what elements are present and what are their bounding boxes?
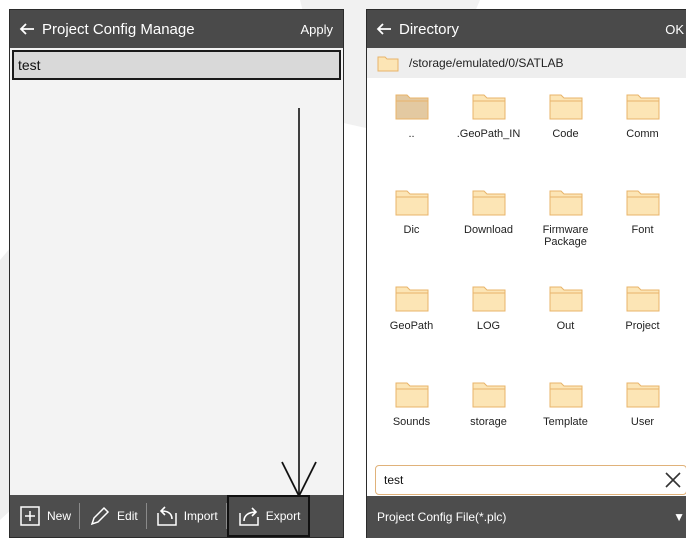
filename-input[interactable]: test	[375, 465, 686, 495]
folder-label: Code	[552, 128, 579, 140]
guide-arrow	[281, 108, 317, 497]
folder-item[interactable]: Template	[527, 380, 604, 476]
folder-label: Firmware Package	[542, 224, 589, 248]
folder-label: Sounds	[392, 416, 431, 428]
folder-icon	[549, 286, 582, 312]
path-bar: /storage/emulated/0/SATLAB	[367, 48, 686, 78]
page-title: Directory	[399, 20, 460, 38]
folder-label: Download	[464, 224, 513, 236]
folder-icon	[626, 382, 659, 408]
folder-grid: .. .GeoPath_IN Code Comm Dic Download Firmware…	[373, 92, 686, 476]
folder-item[interactable]: LOG	[450, 284, 527, 380]
folder-item[interactable]: Firmware Package	[527, 188, 604, 284]
folder-icon	[472, 286, 505, 312]
folder-label: Font	[631, 224, 654, 236]
folder-icon	[472, 190, 505, 216]
project-config-screen: Project Config Manage Apply test New Edi…	[9, 9, 344, 538]
folder-icon	[626, 190, 659, 216]
folder-item[interactable]: ..	[373, 92, 450, 188]
folder-label: .GeoPath_IN	[456, 128, 521, 140]
folder-label: User	[630, 416, 655, 428]
ok-button[interactable]: OK	[665, 22, 686, 37]
right-title-bar: Directory OK	[367, 10, 686, 48]
folder-item[interactable]: User	[604, 380, 681, 476]
folder-item[interactable]: .GeoPath_IN	[450, 92, 527, 188]
folder-icon	[549, 94, 582, 120]
folder-icon	[549, 382, 582, 408]
folder-item[interactable]: Sounds	[373, 380, 450, 476]
pencil-icon	[90, 506, 110, 526]
down-arrow-icon: ▼	[673, 510, 685, 524]
close-icon[interactable]	[662, 469, 684, 491]
folder-label: Out	[556, 320, 575, 332]
left-toolbar: New Edit Import Export	[10, 495, 343, 537]
folder-icon	[395, 94, 428, 120]
folder-item[interactable]: Code	[527, 92, 604, 188]
edit-label: Edit	[117, 509, 138, 523]
folder-icon	[626, 286, 659, 312]
current-path: /storage/emulated/0/SATLAB	[409, 56, 564, 70]
folder-label: Dic	[403, 224, 420, 236]
folder-item[interactable]: Download	[450, 188, 527, 284]
folder-item[interactable]: Dic	[373, 188, 450, 284]
import-icon	[156, 506, 177, 526]
folder-label: GeoPath	[389, 320, 434, 332]
folder-icon	[395, 286, 428, 312]
folder-item[interactable]: Project	[604, 284, 681, 380]
folder-item[interactable]: Comm	[604, 92, 681, 188]
folder-icon	[395, 382, 428, 408]
filename-value: test	[384, 473, 404, 487]
folder-label: ..	[408, 128, 415, 140]
folder-icon	[472, 382, 505, 408]
folder-label: Comm	[626, 128, 659, 140]
folder-item[interactable]: Out	[527, 284, 604, 380]
folder-label: Project	[625, 320, 660, 332]
folder-label: Template	[543, 416, 588, 428]
folder-icon	[549, 190, 582, 216]
folder-icon	[626, 94, 659, 120]
page-title: Project Config Manage	[42, 20, 195, 38]
file-type-label: Project Config File(*.plc)	[377, 510, 507, 524]
back-arrow-icon[interactable]	[373, 18, 395, 40]
plus-icon	[20, 506, 40, 526]
folder-icon	[377, 56, 399, 72]
left-title-bar: Project Config Manage Apply	[10, 10, 343, 48]
import-label: Import	[183, 509, 218, 523]
import-button[interactable]: Import	[147, 495, 226, 537]
back-arrow-icon[interactable]	[16, 18, 38, 40]
edit-button[interactable]: Edit	[80, 495, 146, 537]
new-button[interactable]: New	[10, 495, 79, 537]
export-button[interactable]: Export	[226, 495, 311, 537]
folder-icon	[472, 94, 505, 120]
export-icon	[238, 507, 259, 526]
file-type-selector[interactable]: Project Config File(*.plc) ▼	[367, 496, 686, 538]
folder-label: LOG	[476, 320, 501, 332]
folder-item[interactable]: GeoPath	[373, 284, 450, 380]
folder-icon	[395, 190, 428, 216]
apply-button[interactable]: Apply	[300, 22, 337, 37]
directory-screen: Directory OK /storage/emulated/0/SATLAB …	[366, 9, 686, 538]
new-label: New	[47, 509, 72, 523]
folder-label: storage	[470, 416, 507, 428]
folder-item[interactable]: Font	[604, 188, 681, 284]
export-label: Export	[265, 509, 301, 523]
folder-item[interactable]: storage	[450, 380, 527, 476]
